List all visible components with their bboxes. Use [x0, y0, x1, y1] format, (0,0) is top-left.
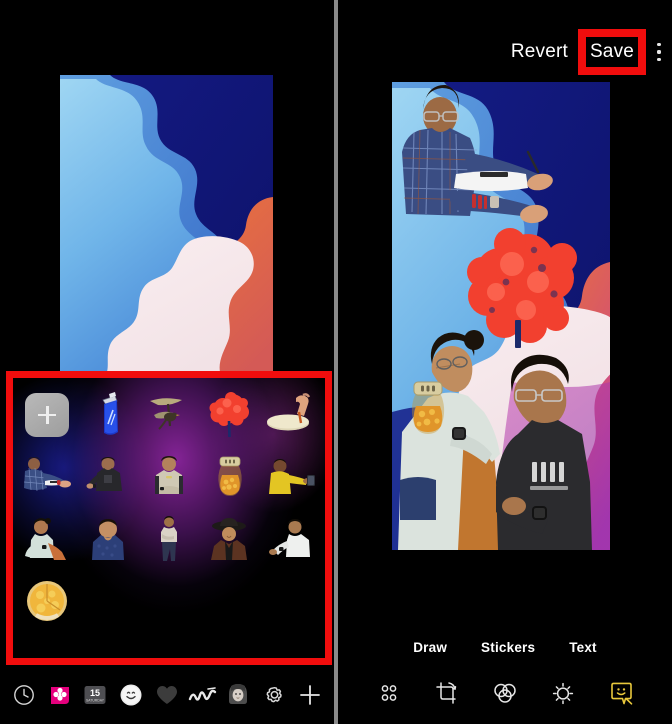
man-navy-shirt-icon [92, 519, 125, 560]
sticker-man-on-chair[interactable] [17, 508, 78, 570]
edited-photo-canvas[interactable] [392, 82, 610, 550]
man-yellow-shirt-icon [268, 459, 315, 494]
sticker-man-navy-shirt[interactable] [78, 508, 139, 570]
sticker-store-icon[interactable] [45, 680, 75, 710]
sticker-man-striped-tee[interactable] [139, 446, 200, 508]
screenshot-root: 15 SATURDAY Revert Save Draw Stickers Te… [0, 0, 672, 724]
recent-clock-icon[interactable] [9, 680, 39, 710]
blue-tumbler-icon [102, 392, 119, 435]
sticker-category-toolbar: 15 SATURDAY [0, 666, 334, 724]
sticker-man-cowboy-hat[interactable] [199, 508, 260, 570]
script-text-icon[interactable] [188, 680, 218, 710]
sticker-spice-shaker-jar[interactable] [199, 446, 260, 508]
left-panel: 15 SATURDAY [0, 0, 334, 724]
abstract-wave-wallpaper-art [60, 75, 273, 372]
editor-header: Revert Save [501, 28, 672, 76]
editor-mode-tabs: Draw Stickers Text [338, 640, 672, 655]
man-standing-icon [160, 516, 177, 561]
spice-shaker-jar-icon [218, 456, 242, 496]
more-options-kebab-icon[interactable] [646, 28, 672, 76]
tab-text[interactable]: Text [569, 640, 597, 655]
sticker-bird-on-branch[interactable] [139, 384, 200, 446]
red-blossom-tree-icon [209, 392, 249, 438]
filters-circles-icon[interactable] [490, 678, 520, 708]
settings-gear-icon[interactable] [259, 680, 289, 710]
save-button[interactable]: Save [590, 41, 634, 63]
wallpaper-preview[interactable] [60, 75, 273, 372]
sticker-pizza[interactable] [17, 570, 78, 632]
add-sticker-button[interactable] [17, 384, 78, 446]
revert-button[interactable]: Revert [501, 28, 578, 76]
crop-rotate-icon[interactable] [432, 678, 462, 708]
sticker-man-standing[interactable] [139, 508, 200, 570]
avatar-icon[interactable] [223, 680, 253, 710]
man-white-tee-icon [268, 519, 310, 557]
add-plus-icon [25, 393, 70, 437]
photo-with-stickers-art [392, 82, 610, 550]
tab-stickers[interactable]: Stickers [481, 640, 535, 655]
sticker-grid [13, 378, 325, 658]
editor-tools-toolbar [338, 670, 672, 716]
svg-text:SATURDAY: SATURDAY [86, 699, 105, 703]
heart-icon[interactable] [152, 680, 182, 710]
applied-sticker-spice-shaker-jar [411, 381, 445, 434]
right-panel: Revert Save Draw Stickers Text [338, 0, 672, 724]
sticker-red-blossom-tree[interactable] [199, 384, 260, 446]
auto-enhance-dots-icon[interactable] [374, 678, 404, 708]
man-striped-tee-icon [154, 456, 183, 494]
sticker-blue-tumbler[interactable] [78, 384, 139, 446]
sticker-man-black-tshirt[interactable] [78, 446, 139, 508]
man-on-chair-icon [25, 518, 67, 560]
man-plaid-shirt-icon [24, 457, 72, 492]
markup-smiley-icon[interactable] [606, 678, 636, 708]
tab-draw[interactable]: Draw [413, 640, 447, 655]
sticker-tray-highlight-box [6, 371, 332, 665]
bird-on-branch-icon [149, 398, 182, 430]
sticker-man-white-tee[interactable] [260, 508, 321, 570]
save-button-highlight-box: Save [578, 29, 646, 75]
sticker-hand-with-plate[interactable] [260, 384, 321, 446]
calendar-icon[interactable]: 15 SATURDAY [80, 680, 110, 710]
sticker-man-yellow-shirt[interactable] [260, 446, 321, 508]
sticker-man-plaid-shirt[interactable] [17, 446, 78, 508]
svg-text:15: 15 [90, 688, 100, 698]
adjust-brightness-icon[interactable] [548, 678, 578, 708]
add-plus-icon[interactable] [295, 680, 325, 710]
smiley-emoji-icon[interactable] [116, 680, 146, 710]
pizza-icon [27, 581, 68, 621]
man-cowboy-hat-icon [210, 518, 247, 560]
sticker-tray [13, 378, 325, 658]
hand-with-plate-icon [266, 393, 310, 431]
man-black-tshirt-icon [86, 457, 123, 491]
